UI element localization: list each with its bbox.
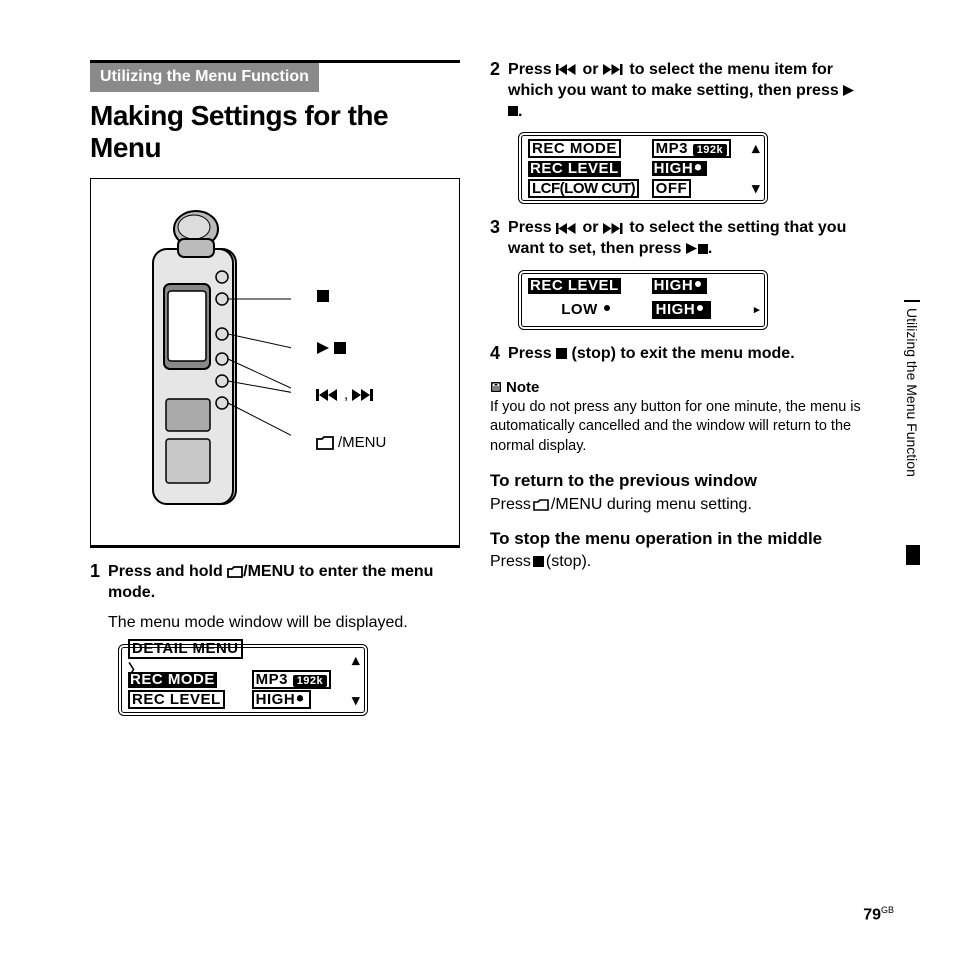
- play-icon: [843, 85, 855, 96]
- mic-icon: [693, 280, 705, 290]
- callout-prev-next: ,: [316, 386, 376, 403]
- mic-icon: [695, 304, 707, 314]
- stop-icon: [334, 342, 346, 354]
- mic-icon: [602, 304, 614, 314]
- right-arrow-icon: ▸: [754, 303, 760, 316]
- device-diagram: , /MENU: [90, 178, 460, 548]
- callout-stop: [316, 289, 330, 303]
- lcd-rec-level: REC LEVEL: [128, 690, 225, 710]
- prev-track-icon: [556, 64, 578, 75]
- stop-icon: [508, 106, 518, 116]
- menu-text: /MENU: [338, 434, 386, 451]
- return-heading: To return to the previous window: [490, 470, 864, 491]
- step-3-instruction: Press or to select the setting that you …: [508, 218, 864, 260]
- note-heading: Note: [490, 379, 864, 396]
- lcd-detail-menu: DETAIL MENU: [128, 639, 243, 659]
- side-tab-marker: [906, 545, 920, 565]
- lcd-rec-mode: REC MODE: [528, 139, 621, 159]
- lcd-lcf: LCF(LOW CUT): [528, 179, 639, 199]
- page-title: Making Settings for the Menu: [90, 100, 460, 164]
- lcd-screen-2: REC MODE MP3 192k▴ REC LEVEL HIGH LCF(LO…: [518, 132, 768, 204]
- callout-play-stop: [316, 341, 346, 355]
- step-2: 2 Press or to select the menu item for w…: [490, 60, 864, 122]
- folder-icon: [316, 436, 334, 450]
- down-arrow-icon: ▾: [752, 179, 760, 197]
- lcd-option-low: LOW: [561, 301, 598, 318]
- down-arrow-icon: ▾: [352, 691, 360, 709]
- section-label: Utilizing the Menu Function: [90, 63, 319, 92]
- return-body: Press /MENU during menu setting.: [490, 496, 864, 514]
- section-divider: Utilizing the Menu Function: [90, 60, 460, 92]
- prev-track-icon: [556, 223, 578, 234]
- lcd-rec-mode: REC MODE: [128, 672, 217, 688]
- step-number: 2: [490, 60, 500, 122]
- stop-icon: [698, 244, 708, 254]
- step-number: 3: [490, 218, 500, 260]
- lcd-rec-level: REC LEVEL: [528, 278, 621, 294]
- mic-icon: [693, 163, 705, 173]
- next-track-icon: [603, 223, 625, 234]
- step-1-instruction: Press and hold /MENU to enter the menu m…: [108, 562, 460, 604]
- recorder-illustration: [136, 199, 291, 534]
- step-4-instruction: Press (stop) to exit the menu mode.: [508, 344, 864, 365]
- stop-heading: To stop the menu operation in the middle: [490, 528, 864, 549]
- folder-icon: [227, 566, 243, 578]
- stop-icon: [556, 348, 567, 359]
- prev-track-icon: [316, 389, 340, 401]
- mic-icon: [295, 694, 307, 704]
- play-icon: [686, 243, 698, 254]
- stop-icon: [533, 556, 544, 567]
- folder-icon: [533, 499, 549, 511]
- lcd-rec-level: REC LEVEL: [528, 161, 621, 177]
- step-2-instruction: Press or to select the menu item for whi…: [508, 60, 864, 122]
- step-1: 1 Press and hold /MENU to enter the menu…: [90, 562, 460, 633]
- step-4: 4 Press (stop) to exit the menu mode.: [490, 344, 864, 365]
- note-icon: [490, 381, 502, 393]
- lcd-screen-3: REC LEVEL HIGH LOW HIGH ▸: [518, 270, 768, 330]
- lcd-option-high: HIGH: [656, 301, 696, 318]
- up-arrow-icon: ▴: [752, 139, 760, 157]
- step-3: 3 Press or to select the setting that yo…: [490, 218, 864, 260]
- step-number: 1: [90, 562, 100, 633]
- up-arrow-icon: ▴: [352, 651, 360, 669]
- side-tab: Utilizing the Menu Function: [904, 300, 920, 540]
- step-1-description: The menu mode window will be displayed.: [108, 612, 460, 634]
- next-track-icon: [603, 64, 625, 75]
- next-track-icon: [352, 389, 376, 401]
- note-body: If you do not press any button for one m…: [490, 398, 864, 457]
- play-icon: [316, 341, 330, 355]
- stop-body: Press (stop).: [490, 553, 864, 571]
- lcd-screen-1: DETAIL MENU〉 ▴ REC MODE MP3 192k REC LEV…: [118, 644, 368, 716]
- page-number: 79GB: [863, 905, 894, 924]
- step-number: 4: [490, 344, 500, 365]
- stop-icon: [316, 289, 330, 303]
- callout-menu: /MENU: [316, 434, 386, 451]
